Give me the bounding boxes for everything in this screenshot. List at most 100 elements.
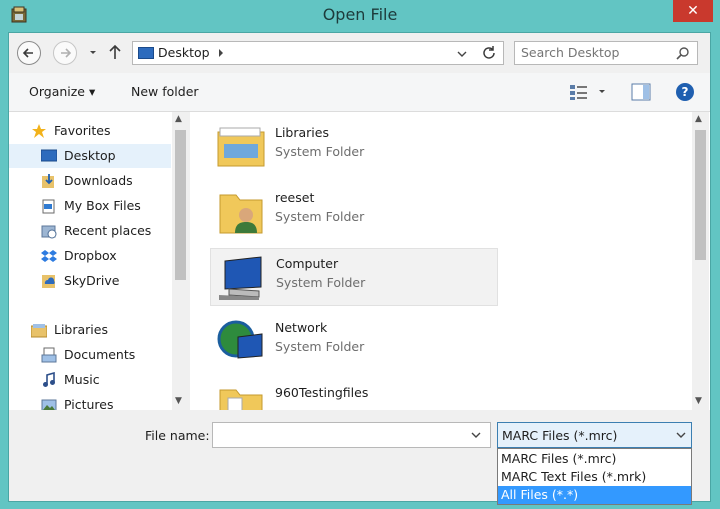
refresh-icon[interactable] [481,45,497,61]
file-type-dropdown-list: MARC Files (*.mrc) MARC Text Files (*.mr… [497,448,692,505]
organize-button[interactable]: Organize ▾ [29,84,95,99]
dialog-body: Desktop Organize ▾ New folder [8,32,711,505]
recent-places-icon [41,225,57,239]
dropbox-icon [41,250,57,262]
file-type-option-marc[interactable]: MARC Files (*.mrc) [498,450,691,468]
file-name: 960Testingfiles [275,385,369,400]
open-file-dialog: Open File ✕ Desktop Search Desktop Organ… [0,0,720,509]
chevron-down-icon[interactable] [676,431,686,439]
file-name-label: File name: [145,428,210,443]
box-icon [42,199,55,214]
scroll-down-icon[interactable]: ▼ [695,396,702,406]
documents-icon [41,347,57,363]
nav-item-favorites[interactable]: Favorites [9,119,171,143]
file-item-reeset[interactable]: reeset System Folder [210,183,498,241]
file-type: System Folder [275,339,365,354]
nav-label: Music [64,372,100,387]
file-item-960testingfiles[interactable]: 960Testingfiles [210,378,498,410]
nav-item-skydrive[interactable]: SkyDrive [9,269,171,293]
folder-icon [219,389,263,410]
back-arrow-icon [22,48,33,58]
file-type-selected: MARC Files (*.mrc) [502,428,618,443]
desktop-icon [41,149,57,162]
nav-label: Pictures [64,397,114,410]
file-item-network[interactable]: Network System Folder [210,313,498,371]
file-type-select[interactable]: MARC Files (*.mrc) [497,422,692,448]
star-icon [32,124,46,138]
address-location[interactable]: Desktop [158,45,210,60]
address-bar[interactable]: Desktop [132,41,504,65]
navigation-pane: Favorites Desktop Downloads My Box Files… [9,112,189,410]
skydrive-icon [42,275,55,288]
title-bar[interactable]: Open File ✕ [0,0,720,32]
file-list-scrollbar[interactable]: ▲ ▼ [692,112,709,410]
file-name-combobox[interactable] [212,422,491,448]
nav-item-dropbox[interactable]: Dropbox [9,244,171,268]
scroll-up-icon[interactable]: ▲ [695,114,702,124]
nav-label: Favorites [54,123,111,138]
nav-label: SkyDrive [64,273,120,288]
file-item-libraries[interactable]: Libraries System Folder [210,118,498,176]
file-type: System Folder [275,209,365,224]
desktop-icon [138,47,154,59]
nav-item-desktop[interactable]: Desktop [9,144,171,168]
forward-button[interactable] [53,41,77,65]
nav-item-libraries[interactable]: Libraries [9,318,171,342]
close-button[interactable]: ✕ [673,0,713,22]
preview-pane-icon[interactable] [631,83,651,101]
libraries-icon [31,324,47,338]
nav-label: My Box Files [64,198,141,213]
music-icon [43,372,55,387]
nav-label: Desktop [64,148,116,163]
computer-icon [219,256,262,300]
new-folder-button[interactable]: New folder [131,84,199,99]
nav-item-downloads[interactable]: Downloads [9,169,171,193]
nav-item-documents[interactable]: Documents [9,343,171,367]
address-row: Desktop [9,33,710,73]
nav-label: Documents [64,347,136,362]
help-icon[interactable]: ? [676,83,694,101]
file-name: reeset [275,190,315,205]
nav-label: Downloads [64,173,133,188]
libraries-folder-icon [217,127,265,167]
up-arrow-icon[interactable] [107,43,123,61]
nav-item-pictures[interactable]: Pictures [9,393,171,410]
nav-item-recent-places[interactable]: Recent places [9,219,171,243]
scroll-up-icon[interactable]: ▲ [175,114,182,124]
navigation-scrollbar[interactable]: ▲ ▼ [172,112,189,410]
scrollbar-thumb[interactable] [695,130,706,260]
search-input[interactable] [521,45,671,60]
command-toolbar: Organize ▾ New folder ? [9,73,710,112]
file-item-computer[interactable]: Computer System Folder [210,248,498,306]
forward-arrow-icon [61,48,72,58]
breadcrumb-chevron-icon[interactable] [217,48,225,58]
search-icon[interactable] [676,46,690,60]
file-name-input[interactable] [217,427,462,442]
chevron-down-icon[interactable] [457,50,467,58]
chevron-down-icon[interactable] [471,431,481,439]
nav-item-music[interactable]: Music [9,368,171,392]
file-type-option-all-files[interactable]: All Files (*.*) [498,486,691,504]
file-type-option-marc-text[interactable]: MARC Text Files (*.mrk) [498,468,691,486]
scroll-down-icon[interactable]: ▼ [175,396,182,406]
file-name: Network [275,320,328,335]
file-name: Computer [276,256,339,271]
file-list: Libraries System Folder reeset System Fo… [190,112,710,410]
nav-label: Dropbox [64,248,117,263]
nav-item-my-box-files[interactable]: My Box Files [9,194,171,218]
window-title: Open File [322,5,398,24]
nav-label: Libraries [54,322,108,337]
user-folder-icon [219,194,263,234]
pictures-icon [41,399,57,410]
file-type: System Folder [276,275,366,290]
file-name-panel: File name: MARC Files (*.mrc) MARC Files… [9,410,710,505]
file-type: System Folder [275,144,365,159]
search-box[interactable] [514,41,698,65]
network-icon [217,320,263,359]
change-view-icon[interactable] [569,83,609,101]
back-button[interactable] [17,41,41,65]
recent-locations-dropdown-icon[interactable] [88,47,98,57]
file-name: Libraries [275,125,329,140]
scrollbar-thumb[interactable] [175,130,186,280]
nav-label: Recent places [64,223,152,238]
